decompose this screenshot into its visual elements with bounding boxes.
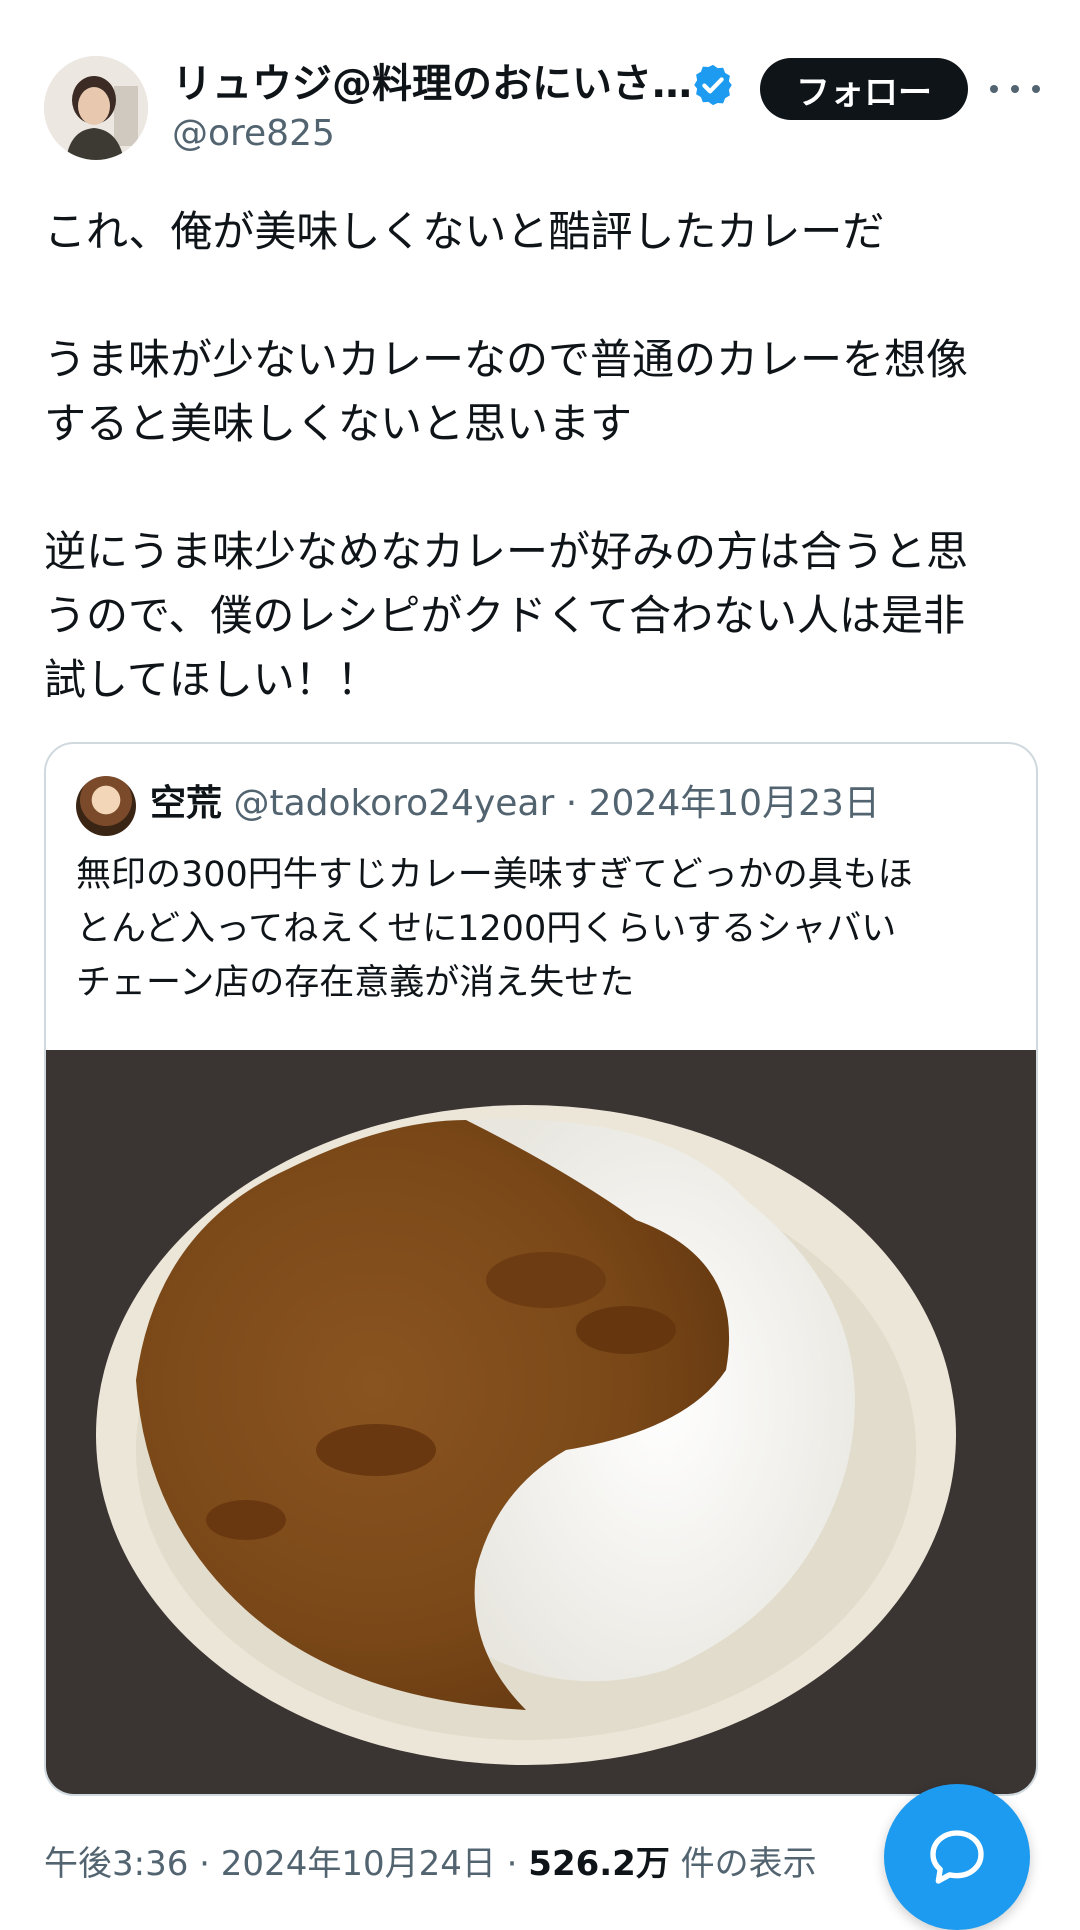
tweet-line: すると美味しくないと思います	[44, 399, 633, 448]
quote-header: 空荒 @tadokoro24year · 2024年10月23日	[150, 780, 880, 828]
tweet-text: これ、俺が美味しくないと酷評したカレーだ うま味が少ないカレーなので普通のカレー…	[44, 200, 1044, 712]
quote-author-handle[interactable]: @tadokoro24year	[233, 783, 554, 824]
tweet-line: 試してほしい！！	[44, 655, 379, 704]
quote-date[interactable]: 2024年10月23日	[589, 783, 880, 824]
quote-line: チェーン店の存在意義が消え失せた	[76, 963, 635, 1003]
tweet-line: これ、俺が美味しくないと酷評したカレーだ	[44, 207, 885, 256]
tweet-line: うま味が少ないカレーなので普通のカレーを想像	[44, 335, 969, 384]
tweet-line: うので、僕のレシピがクドくて合わない人は是非	[44, 591, 966, 640]
tweet-date[interactable]: 2024年10月24日	[221, 1844, 496, 1884]
tweet-time[interactable]: 午後3:36	[44, 1844, 188, 1884]
tweet-line: 逆にうま味少なめなカレーが好みの方は合うと思	[44, 527, 969, 576]
quote-text: 無印の300円牛すじカレー美味すぎてどっかの具もほ とんど入ってねえくせに120…	[76, 848, 1006, 1010]
footer-separator: ·	[199, 1844, 210, 1884]
quote-author-name[interactable]: 空荒	[150, 783, 222, 824]
verified-badge-icon	[690, 62, 736, 108]
more-icon[interactable]	[990, 72, 1040, 106]
author-avatar[interactable]	[44, 56, 148, 160]
reply-fab-button[interactable]	[884, 1784, 1030, 1930]
view-count-label[interactable]: 件の表示	[681, 1844, 817, 1884]
view-count[interactable]: 526.2万	[528, 1844, 670, 1884]
curry-rice-photo[interactable]	[46, 1050, 1036, 1794]
quote-separator: ·	[565, 783, 578, 824]
quote-line: とんど入ってねえくせに1200円くらいするシャバい	[76, 909, 897, 949]
reply-bubble-icon	[930, 1830, 984, 1884]
quoted-tweet-card[interactable]: 空荒 @tadokoro24year · 2024年10月23日 無印の300円…	[44, 742, 1038, 1796]
author-handle[interactable]: @ore825	[172, 112, 335, 156]
follow-button[interactable]: フォロー	[760, 58, 968, 120]
quote-line: 無印の300円牛すじカレー美味すぎてどっかの具もほ	[76, 855, 913, 895]
author-display-name[interactable]: リュウジ@料理のおにいさ…	[172, 60, 692, 108]
tweet-footer: 午後3:36 · 2024年10月24日 · 526.2万 件の表示	[44, 1836, 817, 1885]
footer-separator: ·	[506, 1844, 518, 1884]
quote-author-avatar[interactable]	[76, 776, 136, 836]
